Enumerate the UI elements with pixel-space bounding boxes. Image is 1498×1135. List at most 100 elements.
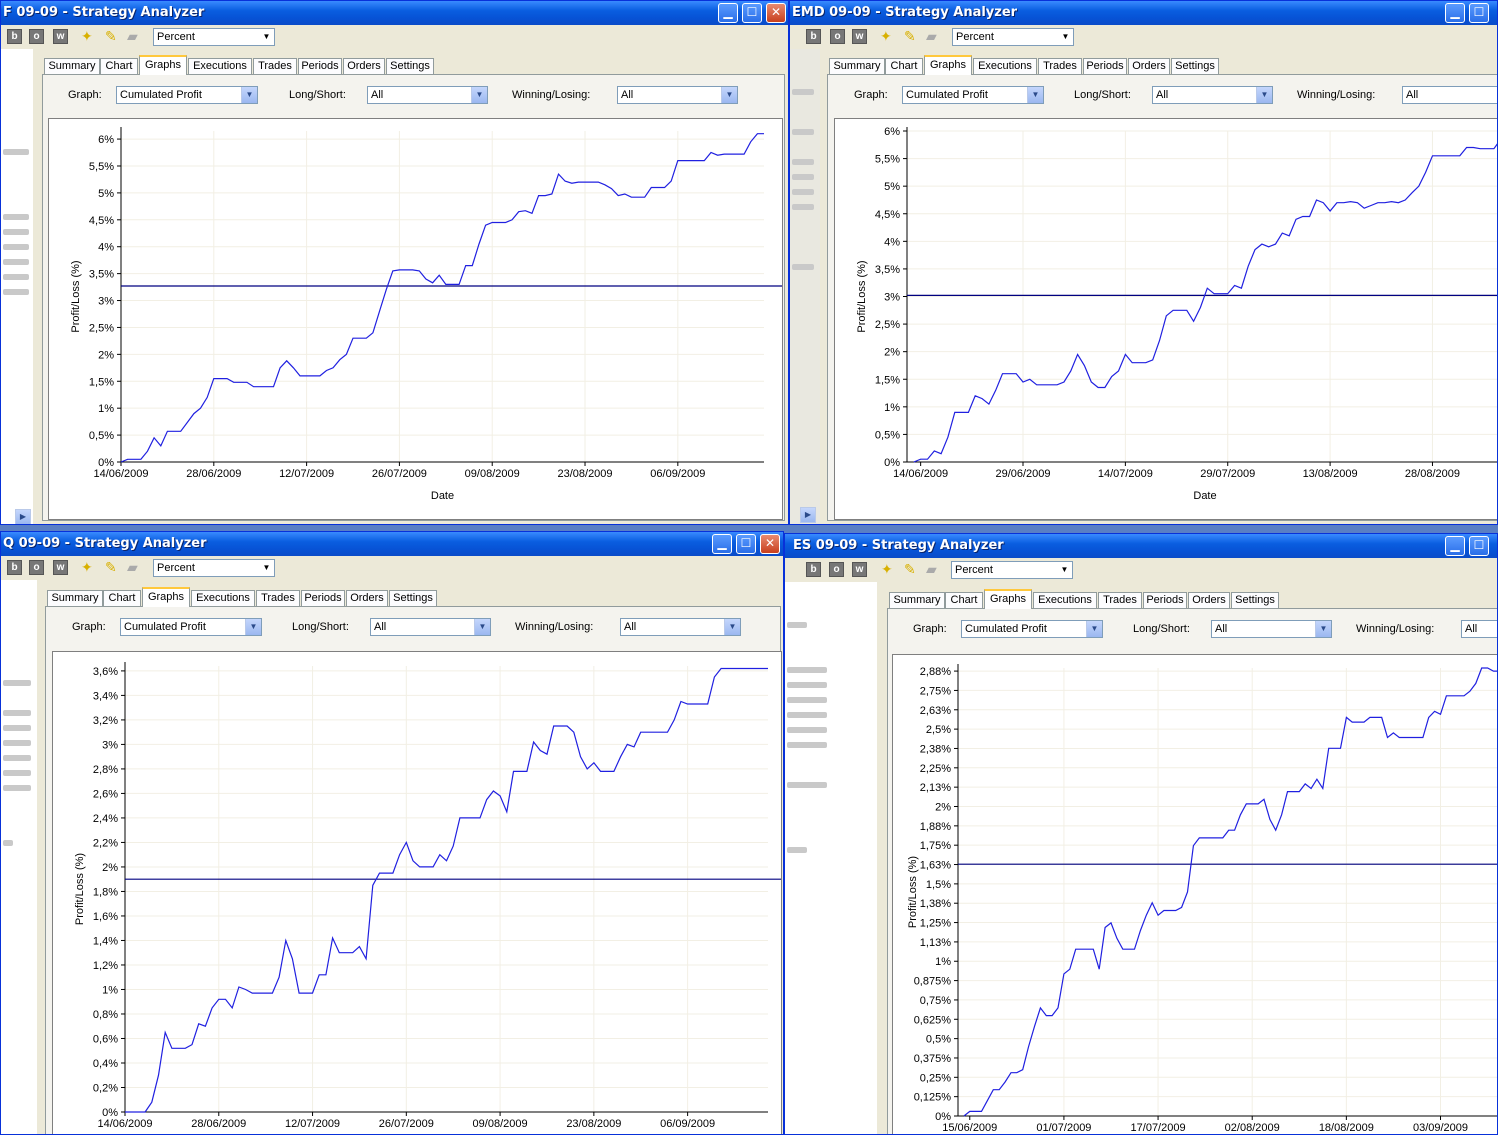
winlose-select[interactable]: All▼ <box>620 618 741 636</box>
winlose-select[interactable]: All▼ <box>1402 86 1497 104</box>
minimize-button[interactable]: ▁ <box>1445 536 1465 556</box>
folder-star-icon[interactable]: ✦ <box>880 28 892 45</box>
o-button[interactable]: o <box>29 29 44 44</box>
tab-summary[interactable]: Summary <box>44 58 100 74</box>
tab-chart[interactable]: Chart <box>885 58 923 74</box>
tab-chart[interactable]: Chart <box>100 58 138 74</box>
longshort-select[interactable]: All ▼ <box>1152 86 1273 104</box>
tab-trades[interactable]: Trades <box>1098 592 1142 608</box>
folder-star-icon[interactable]: ✦ <box>81 28 93 45</box>
tab-summary[interactable]: Summary <box>829 58 885 74</box>
blurred-row <box>3 259 29 265</box>
tab-summary[interactable]: Summary <box>47 590 103 606</box>
instrument-list-panel[interactable] <box>785 582 877 1134</box>
tab-chart[interactable]: Chart <box>945 592 983 608</box>
graph-select[interactable]: Cumulated Profit ▼ <box>902 86 1044 104</box>
tab-periods[interactable]: Periods <box>1143 592 1187 608</box>
pencil-star-icon[interactable]: ✎ <box>105 28 117 45</box>
eraser-icon[interactable]: ▰ <box>127 28 138 45</box>
instrument-list-panel[interactable]: ▶ <box>1 49 33 524</box>
pencil-star-icon[interactable]: ✎ <box>105 559 117 576</box>
scroll-right-arrow[interactable]: ▶ <box>800 507 816 523</box>
w-button[interactable]: w <box>852 29 867 44</box>
display-mode-select[interactable]: Percent ▼ <box>951 561 1073 579</box>
eraser-icon[interactable]: ▰ <box>127 559 138 576</box>
window-titlebar[interactable]: Q 09-09 - Strategy Analyzer ▁ ☐ ✕ <box>1 532 783 556</box>
folder-star-icon[interactable]: ✦ <box>881 561 893 578</box>
tab-orders[interactable]: Orders <box>1188 592 1230 608</box>
display-mode-select[interactable]: Percent ▼ <box>952 28 1074 46</box>
window-titlebar[interactable]: ES 09-09 - Strategy Analyzer ▁ ☐ <box>785 534 1497 558</box>
instrument-list-panel[interactable]: ▶ <box>790 49 820 524</box>
w-button[interactable]: w <box>53 29 68 44</box>
tab-periods[interactable]: Periods <box>298 58 342 74</box>
winlose-select[interactable]: All▼ <box>617 86 738 104</box>
b-button[interactable]: b <box>806 562 821 577</box>
close-button[interactable]: ✕ <box>766 3 786 23</box>
blurred-row <box>787 742 827 748</box>
pencil-star-icon[interactable]: ✎ <box>904 28 916 45</box>
o-button[interactable]: o <box>830 29 845 44</box>
longshort-select[interactable]: All ▼ <box>370 618 491 636</box>
tab-orders[interactable]: Orders <box>343 58 385 74</box>
tab-trades[interactable]: Trades <box>1038 58 1082 74</box>
tab-executions[interactable]: Executions <box>973 58 1037 74</box>
graph-select[interactable]: Cumulated Profit ▼ <box>120 618 262 636</box>
maximize-button[interactable]: ☐ <box>742 3 762 23</box>
tab-executions[interactable]: Executions <box>1033 592 1097 608</box>
tab-graphs[interactable]: Graphs <box>924 55 972 75</box>
blurred-row <box>792 189 814 195</box>
b-button[interactable]: b <box>7 29 22 44</box>
graph-select[interactable]: Cumulated Profit ▼ <box>116 86 258 104</box>
tab-chart[interactable]: Chart <box>103 590 141 606</box>
x-tick-label: 03/09/2009 <box>1413 1122 1468 1134</box>
tab-executions[interactable]: Executions <box>188 58 252 74</box>
b-button[interactable]: b <box>806 29 821 44</box>
tab-orders[interactable]: Orders <box>1128 58 1170 74</box>
o-button[interactable]: o <box>829 562 844 577</box>
instrument-list-panel[interactable] <box>1 580 37 1134</box>
x-tick-label: 23/08/2009 <box>566 1118 621 1130</box>
scroll-right-arrow[interactable]: ▶ <box>15 509 31 524</box>
maximize-button[interactable]: ☐ <box>1469 536 1489 556</box>
longshort-select[interactable]: All ▼ <box>367 86 488 104</box>
tab-settings[interactable]: Settings <box>386 58 434 74</box>
folder-star-icon[interactable]: ✦ <box>81 559 93 576</box>
eraser-icon[interactable]: ▰ <box>926 28 937 45</box>
tab-graphs[interactable]: Graphs <box>984 589 1032 609</box>
tab-orders[interactable]: Orders <box>346 590 388 606</box>
display-mode-select[interactable]: Percent ▼ <box>153 28 275 46</box>
o-button[interactable]: o <box>29 560 44 575</box>
tab-periods[interactable]: Periods <box>301 590 345 606</box>
tab-graphs[interactable]: Graphs <box>139 55 187 75</box>
eraser-icon[interactable]: ▰ <box>926 561 937 578</box>
window-titlebar[interactable]: EMD 09-09 - Strategy Analyzer ▁ ☐ <box>790 1 1497 25</box>
y-tick-label: 1,8% <box>93 886 118 898</box>
tab-settings[interactable]: Settings <box>1171 58 1219 74</box>
minimize-button[interactable]: ▁ <box>712 534 732 554</box>
minimize-button[interactable]: ▁ <box>718 3 738 23</box>
b-button[interactable]: b <box>7 560 22 575</box>
display-mode-select[interactable]: Percent ▼ <box>153 559 275 577</box>
pencil-star-icon[interactable]: ✎ <box>904 561 916 578</box>
tab-settings[interactable]: Settings <box>389 590 437 606</box>
tab-executions[interactable]: Executions <box>191 590 255 606</box>
close-button[interactable]: ✕ <box>760 534 780 554</box>
y-tick-label: 0,2% <box>93 1082 118 1094</box>
winlose-select[interactable]: All▼ <box>1461 620 1497 638</box>
cumulated-profit-chart: 0% 0,125% 0,25% 0,375% 0,5% 0,625% 0,75% 0,875%… <box>892 654 1497 1134</box>
maximize-button[interactable]: ☐ <box>736 534 756 554</box>
tab-trades[interactable]: Trades <box>253 58 297 74</box>
graph-select[interactable]: Cumulated Profit ▼ <box>961 620 1103 638</box>
minimize-button[interactable]: ▁ <box>1445 3 1465 23</box>
tab-periods[interactable]: Periods <box>1083 58 1127 74</box>
tab-summary[interactable]: Summary <box>889 592 945 608</box>
tab-graphs[interactable]: Graphs <box>142 587 190 607</box>
longshort-select[interactable]: All ▼ <box>1211 620 1332 638</box>
w-button[interactable]: w <box>852 562 867 577</box>
window-titlebar[interactable]: F 09-09 - Strategy Analyzer ▁ ☐ ✕ <box>1 1 788 25</box>
tab-trades[interactable]: Trades <box>256 590 300 606</box>
tab-settings[interactable]: Settings <box>1231 592 1279 608</box>
maximize-button[interactable]: ☐ <box>1469 3 1489 23</box>
w-button[interactable]: w <box>53 560 68 575</box>
